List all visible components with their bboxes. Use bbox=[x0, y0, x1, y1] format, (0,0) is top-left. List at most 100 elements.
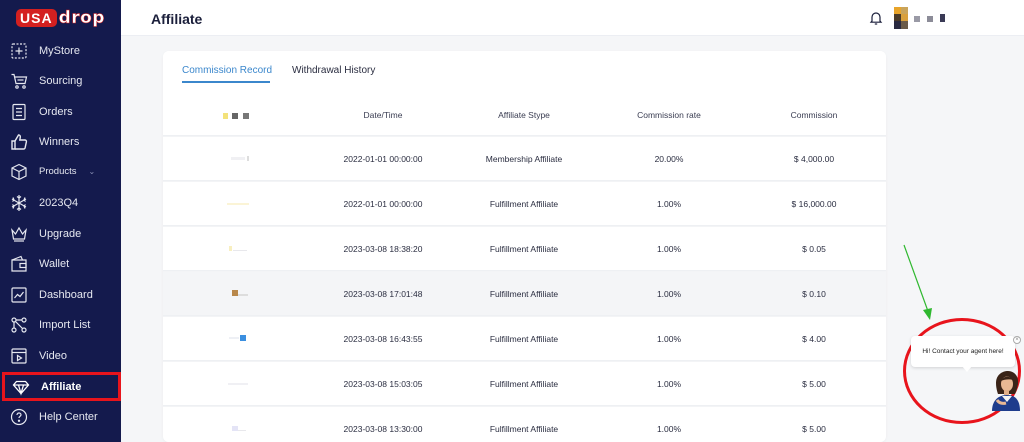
sidebar-item-wallet[interactable]: Wallet bbox=[0, 249, 121, 278]
cell-date: 2023-03-08 18:38:20 bbox=[343, 243, 423, 254]
cell-type: Fulfillment Affiliate bbox=[489, 198, 559, 209]
sidebar-item-help-center[interactable]: Help Center bbox=[0, 402, 121, 431]
orders-icon bbox=[9, 102, 29, 122]
usadrop-logo[interactable]: USA drop bbox=[0, 0, 121, 36]
sidebar-item-label: Import List bbox=[39, 318, 91, 331]
table-header: Date/Time Affiliate Stype Commission rat… bbox=[163, 95, 886, 136]
cell-rate: 1.00% bbox=[656, 423, 682, 434]
wallet-icon bbox=[9, 254, 29, 274]
redacted-user bbox=[228, 383, 248, 385]
cell-commission: $ 5.00 bbox=[802, 423, 826, 434]
sidebar-item-label: Wallet bbox=[39, 257, 70, 270]
table-row[interactable]: 2023-03-08 13:30:00 Fulfillment Affiliat… bbox=[163, 407, 886, 442]
cell-commission: $ 4,000.00 bbox=[793, 153, 835, 164]
store-icon bbox=[9, 41, 29, 61]
redacted-user bbox=[231, 156, 249, 161]
agent-avatar[interactable] bbox=[986, 369, 1020, 411]
page-title: Affiliate bbox=[151, 11, 203, 27]
sidebar-item-orders[interactable]: Orders bbox=[0, 97, 121, 126]
sidebar-item-label: 2023Q4 bbox=[39, 196, 79, 209]
sidebar-item-label: Orders bbox=[39, 105, 73, 118]
help-icon bbox=[9, 407, 29, 427]
crown-icon bbox=[9, 224, 29, 244]
avatar[interactable] bbox=[894, 7, 959, 29]
sidebar-item-affiliate[interactable]: Affiliate bbox=[2, 372, 121, 401]
chat-bubble[interactable]: Hi! Contact your agent here! bbox=[911, 336, 1015, 367]
cell-commission: $ 5.00 bbox=[802, 378, 826, 389]
column-header-commission: Commission bbox=[790, 110, 838, 120]
sidebar-item-products[interactable]: Products ⌄ bbox=[0, 157, 121, 186]
tab-bar: Commission Record Withdrawal History bbox=[163, 51, 886, 95]
commission-table: Date/Time Affiliate Stype Commission rat… bbox=[163, 95, 886, 442]
redacted-user bbox=[232, 290, 248, 296]
cell-date: 2023-03-08 17:01:48 bbox=[343, 288, 423, 299]
cell-date: 2023-03-08 13:30:00 bbox=[343, 423, 423, 434]
active-tab-underline bbox=[182, 81, 270, 83]
cell-commission: $ 0.05 bbox=[802, 243, 826, 254]
logo-usa: USA bbox=[16, 9, 57, 27]
chat-bubble-text: Hi! Contact your agent here! bbox=[922, 348, 1004, 355]
cell-commission: $ 0.10 bbox=[802, 288, 826, 299]
cell-date: 2023-03-08 16:43:55 bbox=[343, 333, 423, 344]
column-header-type: Affiliate Stype bbox=[498, 110, 550, 120]
sidebar-item-winners[interactable]: Winners bbox=[0, 127, 121, 156]
diamond-icon bbox=[11, 377, 31, 397]
cell-type: Fulfillment Affiliate bbox=[489, 333, 559, 344]
snowflake-icon bbox=[9, 193, 29, 213]
column-header-date: Date/Time bbox=[363, 110, 403, 120]
chart-icon bbox=[9, 285, 29, 305]
sidebar-item-dashboard[interactable]: Dashboard bbox=[0, 280, 121, 309]
commission-card: Commission Record Withdrawal History Dat… bbox=[163, 51, 886, 442]
table-row[interactable]: 2022-01-01 00:00:00 Fulfillment Affiliat… bbox=[163, 182, 886, 226]
sidebar-item-label: Affiliate bbox=[41, 380, 82, 393]
cell-rate: 1.00% bbox=[656, 288, 682, 299]
logo-drop: drop bbox=[58, 8, 105, 29]
cell-rate: 1.00% bbox=[656, 243, 682, 254]
redacted-user bbox=[229, 246, 247, 251]
sidebar-item-label: Help Center bbox=[39, 410, 98, 423]
cell-type: Fulfillment Affiliate bbox=[489, 378, 559, 389]
cell-type: Fulfillment Affiliate bbox=[489, 243, 559, 254]
sidebar-item-sourcing[interactable]: Sourcing bbox=[0, 66, 121, 95]
sidebar-item-2023q4[interactable]: 2023Q4 bbox=[0, 188, 121, 217]
column-header-rate: Commission rate bbox=[637, 110, 701, 120]
cell-type: Membership Affiliate bbox=[485, 153, 563, 164]
sidebar-item-mystore[interactable]: MyStore bbox=[0, 36, 121, 65]
sidebar-item-label: MyStore bbox=[39, 44, 80, 57]
cell-date: 2022-01-01 00:00:00 bbox=[343, 153, 423, 164]
thumbs-up-icon bbox=[9, 132, 29, 152]
cart-icon bbox=[9, 71, 29, 91]
chat-bubble-tail bbox=[962, 366, 972, 372]
top-bar: Affiliate bbox=[121, 0, 1024, 36]
bell-icon[interactable] bbox=[868, 10, 884, 26]
network-icon bbox=[9, 315, 29, 335]
sidebar-item-label: Dashboard bbox=[39, 288, 93, 301]
sidebar-item-video[interactable]: Video bbox=[0, 341, 121, 370]
cell-rate: 20.00% bbox=[654, 153, 684, 164]
box-icon bbox=[9, 162, 29, 182]
sidebar-item-import-list[interactable]: Import List bbox=[0, 310, 121, 339]
redacted-user bbox=[229, 335, 246, 341]
sidebar-item-upgrade[interactable]: Upgrade bbox=[0, 219, 121, 248]
redacted-header bbox=[223, 113, 249, 119]
close-icon[interactable]: × bbox=[1013, 336, 1021, 344]
redacted-user bbox=[227, 203, 249, 205]
cell-rate: 1.00% bbox=[656, 198, 682, 209]
table-row[interactable]: 2023-03-08 18:38:20 Fulfillment Affiliat… bbox=[163, 227, 886, 271]
table-row[interactable]: 2023-03-08 15:03:05 Fulfillment Affiliat… bbox=[163, 362, 886, 406]
sidebar-item-label: Products bbox=[39, 166, 77, 177]
sidebar: USA drop MyStore Sourcing Orders Winners… bbox=[0, 0, 121, 442]
redacted-user bbox=[232, 426, 246, 431]
video-icon bbox=[9, 346, 29, 366]
tab-withdrawal-history[interactable]: Withdrawal History bbox=[292, 65, 375, 76]
sidebar-item-label: Video bbox=[39, 349, 67, 362]
chevron-down-icon[interactable]: ⌄ bbox=[89, 167, 96, 176]
table-row[interactable]: 2022-01-01 00:00:00 Membership Affiliate… bbox=[163, 137, 886, 181]
table-row[interactable]: 2023-03-08 16:43:55 Fulfillment Affiliat… bbox=[163, 317, 886, 361]
tab-commission-record[interactable]: Commission Record bbox=[182, 65, 272, 76]
sidebar-item-label: Winners bbox=[39, 135, 80, 148]
table-row[interactable]: 2023-03-08 17:01:48 Fulfillment Affiliat… bbox=[163, 272, 886, 316]
cell-date: 2023-03-08 15:03:05 bbox=[343, 378, 423, 389]
cell-commission: $ 4.00 bbox=[802, 333, 826, 344]
cell-commission: $ 16,000.00 bbox=[791, 198, 837, 209]
